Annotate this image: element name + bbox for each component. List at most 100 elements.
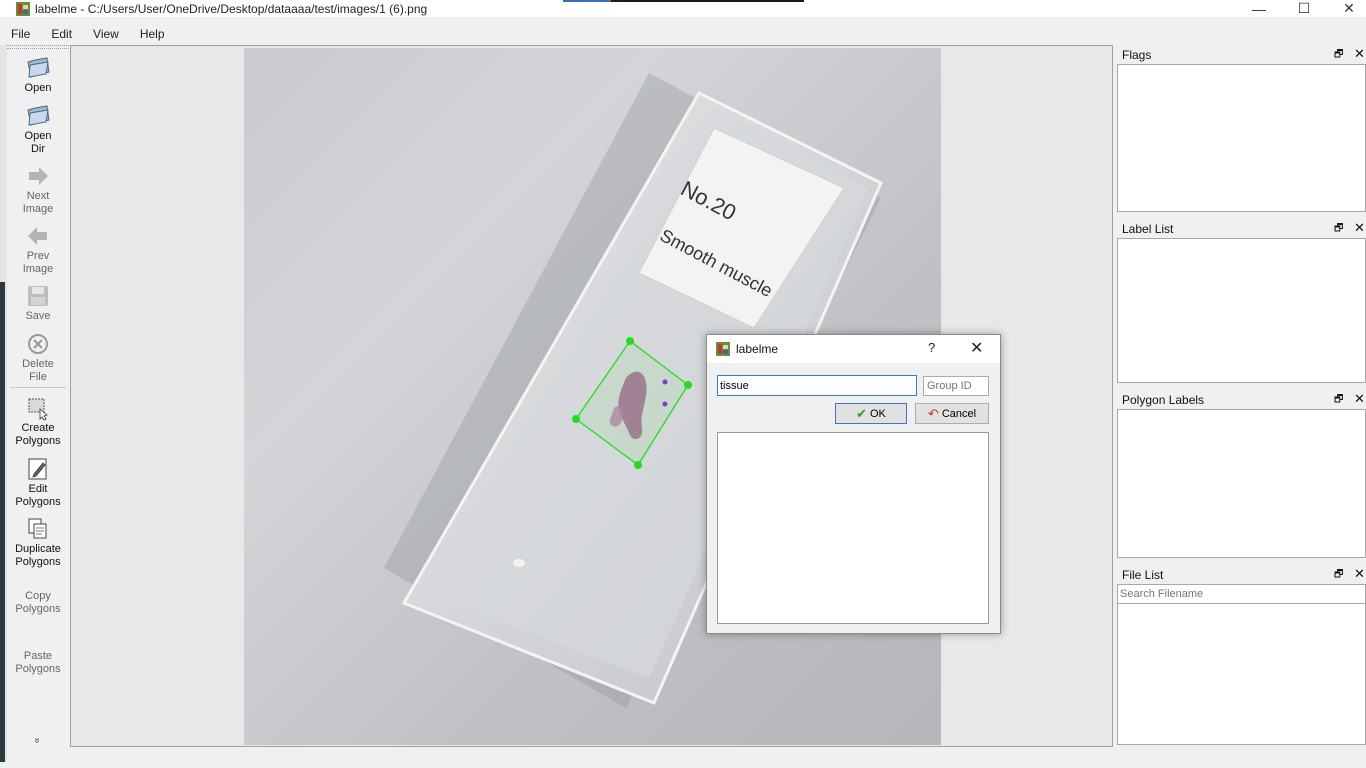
search-filename-input[interactable]: Search Filename [1117, 584, 1366, 604]
duplicate-polygons-label-2: Polygons [15, 556, 61, 568]
flags-dock: Flags 🗗 ✕ [1116, 46, 1366, 212]
polygon-vertex[interactable] [634, 461, 642, 469]
folder-open-icon [27, 57, 50, 78]
edit-polygons-button[interactable]: Edit Polygons [7, 456, 69, 509]
polygon-labels-dock-title: Polygon Labels [1122, 393, 1205, 407]
arrow-right-icon [29, 167, 48, 185]
delete-circle-icon [28, 334, 48, 354]
polygon-midpoint[interactable] [662, 379, 668, 385]
labelme-app-icon [16, 1, 30, 16]
next-image-button[interactable]: Next Image [7, 163, 69, 216]
ok-label: OK [870, 407, 886, 420]
open-label: Open [24, 82, 52, 94]
background-window-sliver [0, 282, 5, 762]
label-list-dock-title: Label List [1122, 222, 1174, 236]
prev-image-button[interactable]: Prev Image [7, 223, 69, 276]
close-icon[interactable]: ✕ [1354, 220, 1365, 236]
window-title: labelme - C:/Users/User/OneDrive/Desktop… [35, 1, 428, 16]
toolbar-separator [10, 387, 66, 388]
polygon-vertex[interactable] [626, 337, 634, 345]
open-button[interactable]: Open [7, 55, 69, 95]
cancel-button[interactable]: ↶ Cancel [915, 403, 989, 424]
label-dialog: labelme ? ✕ ✔ OK ↶ Cancel [706, 334, 1001, 634]
label-list-dock: Label List 🗗 ✕ [1116, 220, 1366, 383]
delete-file-button[interactable]: Delete File [7, 331, 69, 384]
close-icon[interactable]: ✕ [1354, 391, 1365, 407]
create-polygons-label-1: Create [21, 422, 55, 434]
minimize-button[interactable]: — [1236, 0, 1282, 17]
duplicate-polygons-label-1: Duplicate [15, 543, 61, 555]
delete-file-label-2: File [29, 371, 47, 383]
float-icon[interactable]: 🗗 [1334, 47, 1343, 64]
menu-edit[interactable]: Edit [49, 27, 74, 41]
duplicate-polygons-button[interactable]: Duplicate Polygons [7, 516, 69, 569]
close-icon[interactable]: ✕ [1354, 46, 1365, 62]
next-image-label-2: Image [22, 203, 54, 215]
label-name-input[interactable] [717, 375, 917, 396]
file-list-dock: File List 🗗 ✕ Search Filename [1116, 566, 1366, 745]
dialog-titlebar: labelme ? ✕ [707, 335, 1000, 363]
paste-polygons-label-1: Paste [23, 650, 53, 662]
file-list[interactable] [1117, 604, 1366, 745]
save-button[interactable]: Save [7, 283, 69, 323]
maximize-button[interactable]: ☐ [1281, 0, 1327, 17]
save-label: Save [25, 310, 51, 322]
copy-polygons-label-2: Polygons [15, 603, 61, 615]
edit-pencil-icon [28, 458, 47, 480]
label-suggestions-list[interactable] [717, 432, 989, 624]
open-dir-label-2: Dir [30, 143, 46, 155]
window-titlebar: labelme - C:/Users/User/OneDrive/Desktop… [0, 0, 1366, 17]
polygon-midpoint[interactable] [662, 401, 668, 407]
menu-help[interactable]: Help [138, 27, 167, 41]
polygon-labels-list[interactable] [1117, 409, 1366, 558]
menu-bar: File Edit View Help [0, 24, 1366, 44]
toolbar-more-chevron-icon[interactable]: » [31, 738, 42, 744]
flags-list[interactable] [1117, 64, 1366, 212]
polygon-vertex[interactable] [684, 381, 692, 389]
toolbar-grip[interactable] [7, 45, 69, 49]
file-list-dock-title: File List [1122, 568, 1164, 582]
menu-view[interactable]: View [91, 27, 121, 41]
dialog-close-button[interactable]: ✕ [970, 338, 983, 358]
taskbar-accent-strip [563, 0, 804, 2]
undo-arrow-icon: ↶ [927, 405, 939, 421]
help-button[interactable]: ? [928, 340, 935, 355]
edit-polygons-label-2: Polygons [15, 496, 61, 508]
float-icon[interactable]: 🗗 [1334, 567, 1343, 584]
copy-polygons-button[interactable]: Copy Polygons [7, 590, 69, 616]
close-window-button[interactable]: ✕ [1326, 0, 1366, 17]
dialog-title: labelme [736, 342, 779, 356]
float-icon[interactable]: 🗗 [1334, 392, 1343, 409]
file-list-dock-header: File List 🗗 ✕ [1116, 566, 1366, 584]
float-icon[interactable]: 🗗 [1334, 221, 1343, 238]
close-icon[interactable]: ✕ [1354, 566, 1365, 582]
status-bar [0, 762, 1366, 768]
paste-polygons-label-2: Polygons [15, 663, 61, 675]
create-polygons-label-2: Polygons [15, 435, 61, 447]
open-dir-button[interactable]: Open Dir [7, 103, 69, 156]
flags-dock-title: Flags [1122, 48, 1152, 62]
delete-file-label-1: Delete [22, 358, 54, 370]
flags-dock-header: Flags 🗗 ✕ [1116, 46, 1366, 64]
menu-file[interactable]: File [9, 27, 32, 41]
create-polygons-button[interactable]: Create Polygons [7, 395, 69, 448]
create-polygon-icon [28, 398, 48, 421]
label-list-dock-header: Label List 🗗 ✕ [1116, 220, 1366, 238]
prev-image-label-2: Image [22, 263, 54, 275]
arrow-left-icon [28, 227, 47, 245]
polygon-labels-dock: Polygon Labels 🗗 ✕ [1116, 391, 1366, 558]
open-dir-label-1: Open [24, 130, 52, 142]
polygon-vertex[interactable] [572, 415, 580, 423]
label-list[interactable] [1117, 238, 1366, 383]
folder-open-icon [27, 105, 50, 126]
group-id-input[interactable] [923, 376, 989, 396]
floppy-disk-icon [28, 286, 48, 306]
ok-button[interactable]: ✔ OK [835, 403, 907, 424]
duplicate-icon [28, 518, 47, 539]
edit-polygons-label-1: Edit [28, 483, 48, 495]
prev-image-label-1: Prev [26, 250, 50, 262]
cancel-label: Cancel [941, 407, 977, 420]
paste-polygons-button[interactable]: Paste Polygons [7, 650, 69, 676]
next-image-label-1: Next [26, 190, 50, 202]
left-toolbar: Open Open Dir Next Image Prev Image Save [7, 45, 69, 747]
